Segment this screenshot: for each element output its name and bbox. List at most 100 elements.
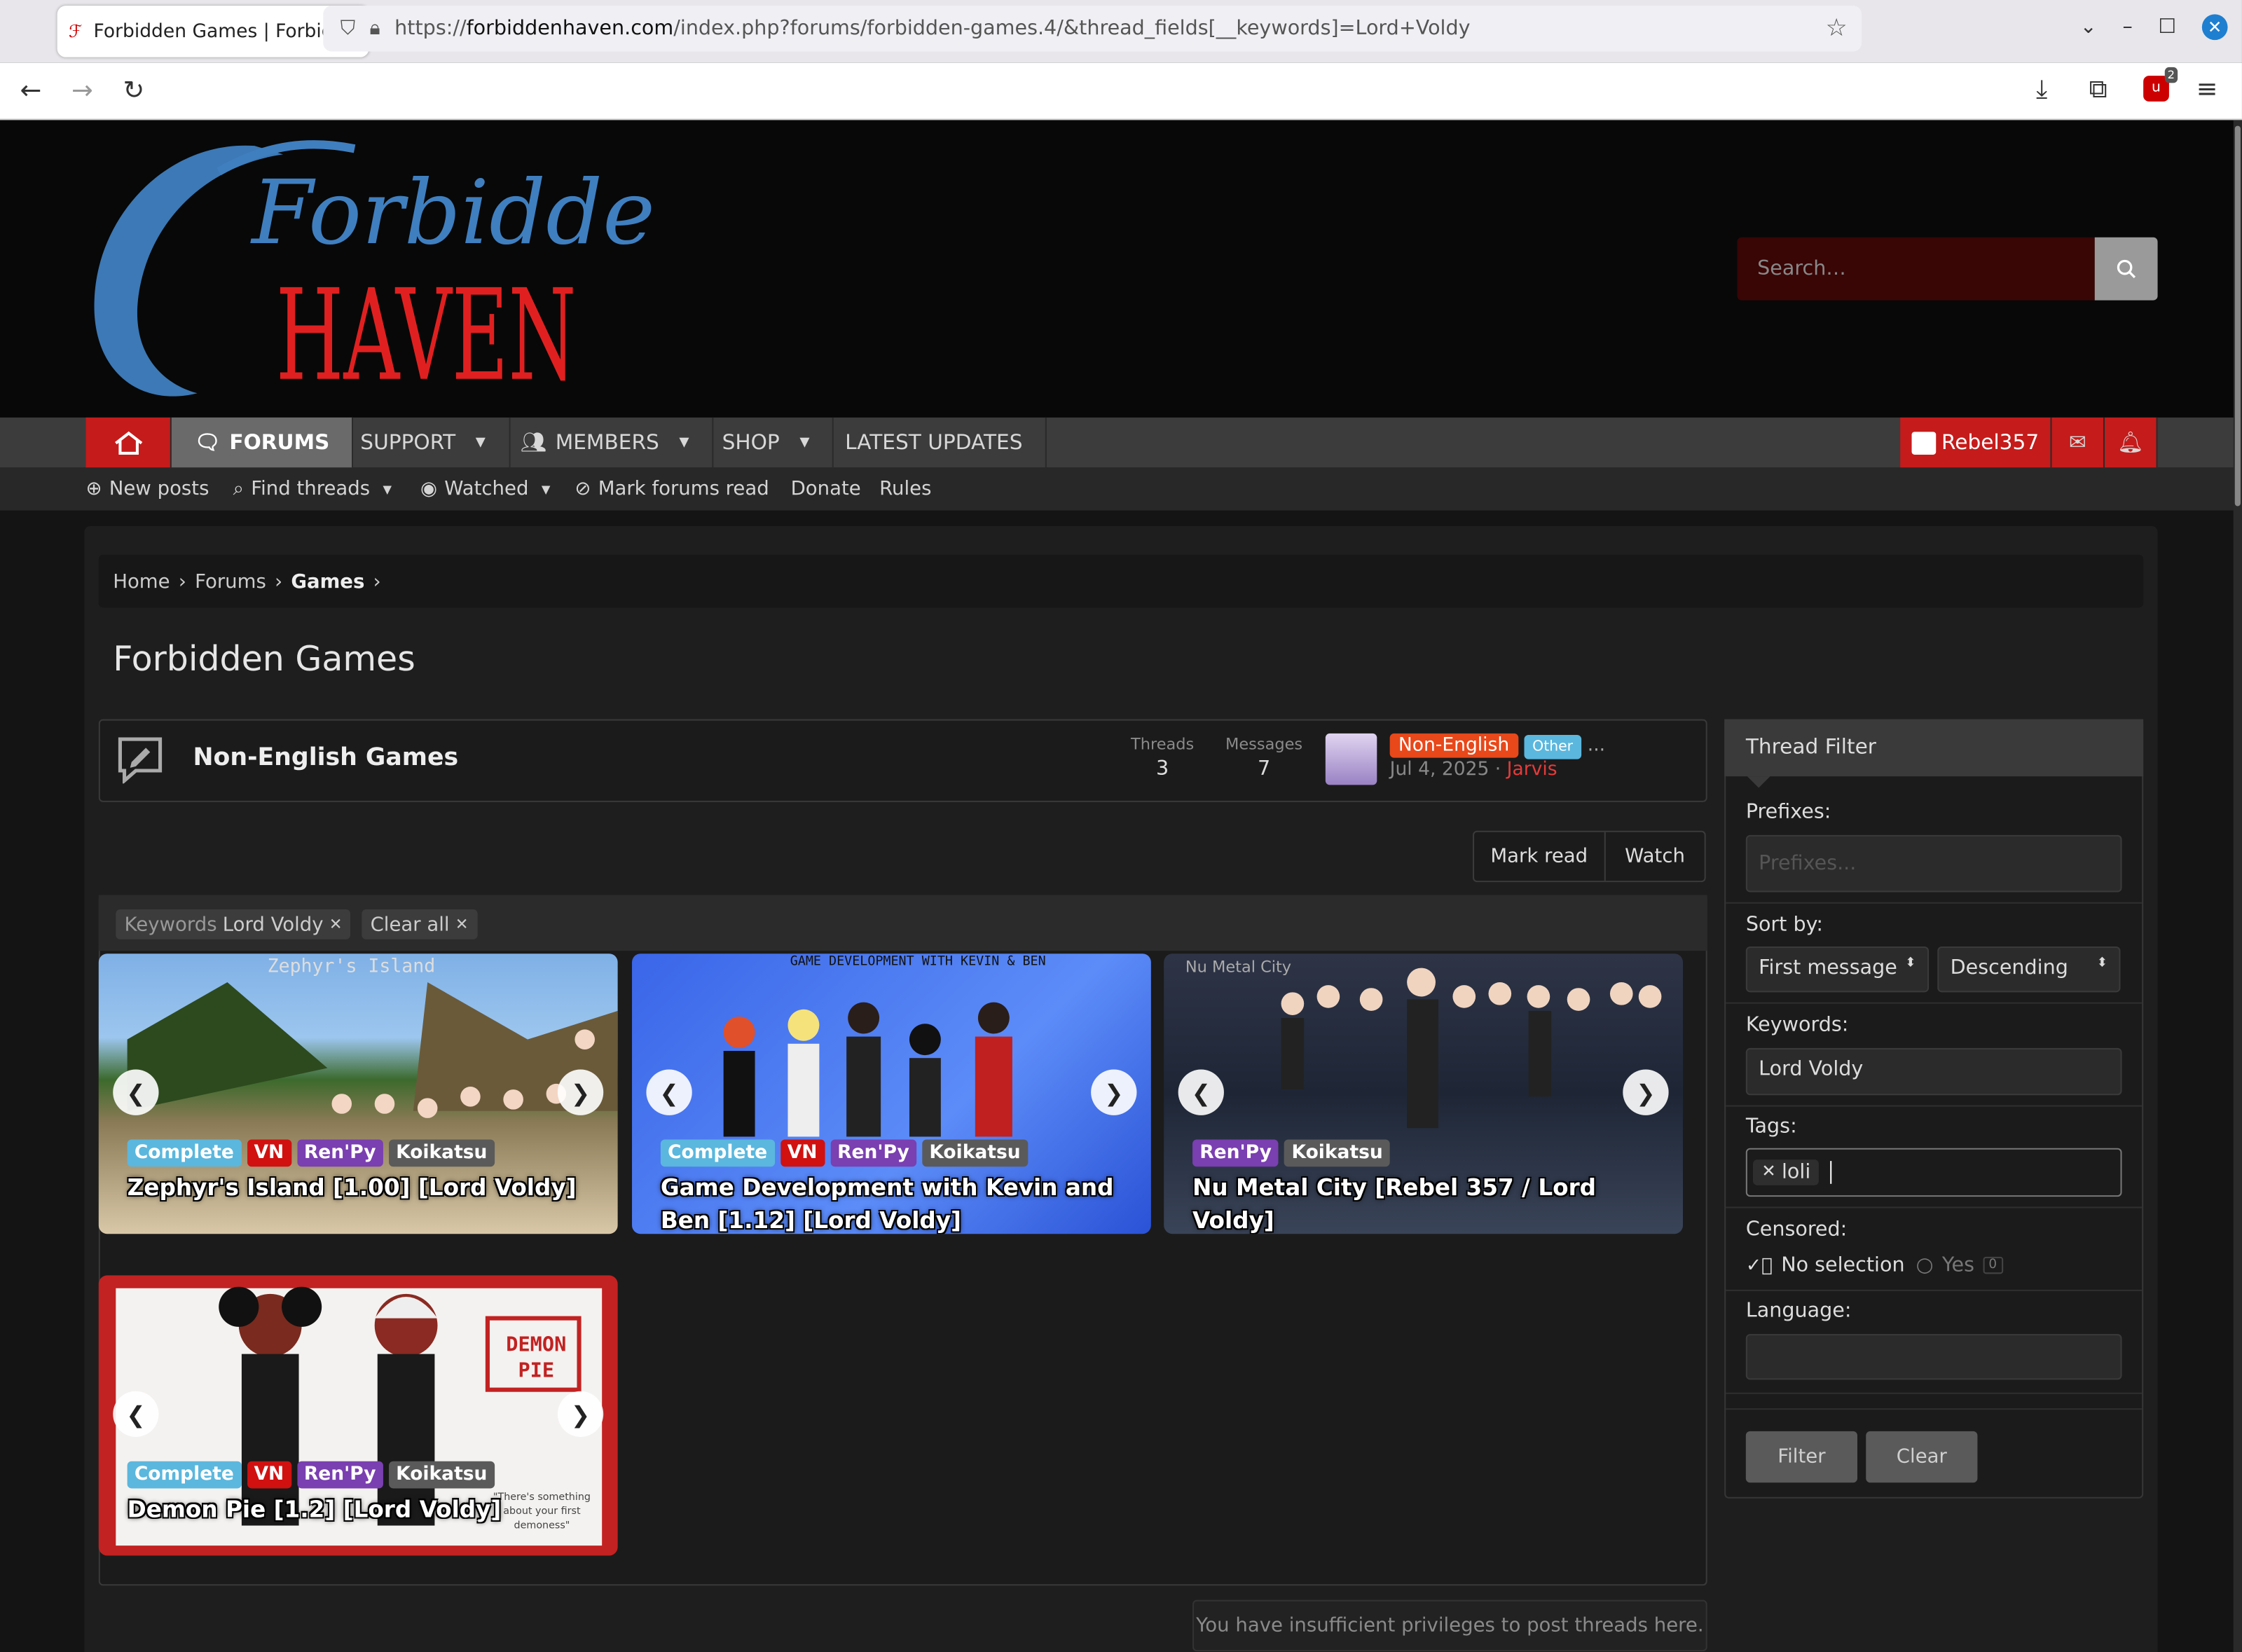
scrollbar-thumb[interactable]	[2234, 125, 2241, 507]
window-controls: ⌄ – ☐ ✕	[2080, 14, 2228, 41]
tags-label: Tags:	[1745, 1115, 1797, 1138]
chevron-down-icon[interactable]: ▼	[542, 483, 551, 495]
ublock-icon[interactable]: u2	[2143, 67, 2178, 102]
search-button[interactable]	[2094, 237, 2158, 301]
new-posts-link[interactable]: ⊕ New posts	[85, 467, 209, 510]
sidebar-title: Thread Filter	[1724, 719, 2144, 777]
last-post-title: ...	[1587, 734, 1606, 757]
subforum-title[interactable]: Non-English Games	[193, 743, 459, 772]
sort-direction-select[interactable]: Descending ⬍	[1937, 947, 2121, 993]
clear-button[interactable]: Clear	[1866, 1431, 1978, 1483]
logo-text-forbidden: Forbidden	[250, 161, 655, 264]
chevron-down-icon[interactable]: ▼	[383, 483, 392, 495]
bookmark-star-icon[interactable]: ☆	[1826, 14, 1848, 43]
watched-link[interactable]: ◉ Watched ▼	[420, 467, 550, 510]
rules-link[interactable]: Rules	[879, 467, 931, 510]
last-post[interactable]: Non-English Other ...	[1389, 733, 1606, 759]
address-bar[interactable]: ⛉ 🔒︎ https://forbiddenhaven.com/index.ph…	[323, 6, 1862, 52]
remove-icon[interactable]: ✕	[329, 915, 343, 934]
close-window-icon[interactable]: ✕	[2201, 14, 2228, 41]
reload-icon[interactable]: ↻	[123, 76, 145, 106]
alerts-button[interactable]: 🔔︎	[2105, 417, 2158, 468]
breadcrumb-games[interactable]: Games	[291, 570, 364, 593]
carousel-next-icon[interactable]: ❯	[1623, 1069, 1669, 1115]
lock-icon[interactable]: 🔒︎	[370, 17, 380, 40]
prefixes-select[interactable]: Prefixes...	[1745, 834, 2122, 893]
nav-latest-updates[interactable]: LATEST UPDATES	[822, 417, 1047, 468]
radio-icon: ○	[1916, 1253, 1934, 1277]
carousel-prev-icon[interactable]: ❮	[113, 1069, 159, 1115]
keywords-filter-chip[interactable]: Keywords Lord Voldy ✕	[116, 909, 351, 939]
donate-link[interactable]: Donate	[791, 467, 861, 510]
carousel-next-icon[interactable]: ❯	[557, 1391, 604, 1438]
nav-forums[interactable]: 🗨︎ FORUMS	[171, 417, 355, 468]
censored-option-yes[interactable]: ○ Yes 0	[1916, 1253, 2003, 1277]
downloads-icon[interactable]: ⤓	[2036, 74, 2047, 104]
last-post-date[interactable]: Jul 4, 2025	[1390, 759, 1490, 781]
thread-card[interactable]: Zephyr's Island ❮ ❯ Complete VN Ren'Py K…	[98, 954, 618, 1234]
remove-icon[interactable]: ✕	[1761, 1161, 1776, 1184]
thread-title[interactable]: Nu Metal City [Rebel 357 / Lord Voldy]	[1192, 1171, 1664, 1234]
chevron-down-icon[interactable]: ▼	[799, 435, 809, 449]
tags-input[interactable]: ✕ loli	[1745, 1148, 2122, 1197]
extensions-icon[interactable]: ⧉	[2089, 74, 2107, 104]
nav-support-label: SUPPORT	[360, 431, 456, 454]
thread-title[interactable]: Zephyr's Island [1.00] [Lord Voldy]	[128, 1171, 599, 1204]
carousel-prev-icon[interactable]: ❮	[1178, 1069, 1224, 1115]
prefix-vn: VN	[247, 1139, 291, 1167]
language-select[interactable]	[1745, 1334, 2122, 1380]
carousel-next-icon[interactable]: ❯	[1091, 1069, 1137, 1115]
carousel-prev-icon[interactable]: ❮	[113, 1391, 159, 1438]
messages-stat: Messages 7	[1223, 735, 1305, 780]
browser-tab[interactable]: ℱ Forbidden Games | Forbidde ✕	[57, 6, 369, 57]
watch-button[interactable]: Watch	[1606, 832, 1705, 881]
thread-card[interactable]: DEMON PIE "There's something about your …	[98, 1275, 618, 1556]
back-icon[interactable]: ←	[20, 76, 42, 106]
sidebar-title-pointer	[1747, 776, 1770, 788]
thread-card[interactable]: Nu Metal City ❮ ❯ Ren'Py Koikatsu Nu Met…	[1164, 954, 1684, 1234]
thread-card[interactable]: GAME DEVELOPMENT WITH KEVIN & BEN ❮ ❯ Co…	[632, 954, 1151, 1234]
menu-icon[interactable]: ≡	[2196, 74, 2218, 104]
site-search-input[interactable]: Search…	[1737, 237, 2095, 301]
nav-shop[interactable]: SHOP ▼	[699, 417, 834, 468]
last-post-author[interactable]: Jarvis	[1507, 759, 1557, 781]
thread-title[interactable]: Demon Pie [1.2] [Lord Voldy]	[128, 1493, 599, 1526]
maximize-icon[interactable]: ☐	[2158, 15, 2176, 39]
shield-icon[interactable]: ⛉	[341, 17, 355, 40]
thread-title[interactable]: Game Development with Kevin and Ben [1.1…	[661, 1171, 1132, 1234]
site-logo[interactable]: Forbidden HAVEN	[83, 129, 712, 415]
mark-read-button[interactable]: Mark read	[1474, 832, 1606, 881]
insufficient-privileges-notice: You have insufficient privileges to post…	[1192, 1599, 1707, 1652]
breadcrumb-home[interactable]: Home	[113, 570, 170, 593]
nav-support[interactable]: SUPPORT ▼	[338, 417, 510, 468]
carousel-prev-icon[interactable]: ❮	[646, 1069, 692, 1115]
breadcrumb-forums[interactable]: Forums	[195, 570, 266, 593]
carousel-next-icon[interactable]: ❯	[557, 1069, 604, 1115]
text-cursor	[1830, 1161, 1832, 1184]
home-nav-button[interactable]	[85, 417, 172, 468]
find-threads-link[interactable]: ⌕ Find threads ▼	[233, 467, 392, 510]
forward-icon[interactable]: →	[71, 76, 93, 106]
chevron-down-icon[interactable]: ▼	[679, 435, 689, 449]
sort-by-label: Sort by:	[1745, 914, 1824, 937]
eye-icon: ◉	[420, 477, 438, 501]
clear-all-filters-chip[interactable]: Clear all ✕	[362, 909, 477, 939]
tag-token[interactable]: ✕ loli	[1753, 1159, 1820, 1185]
avatar[interactable]	[1325, 733, 1377, 785]
mark-forums-read-link[interactable]: ⊘ Mark forums read	[575, 467, 769, 510]
chevron-right-icon: ›	[178, 570, 186, 593]
minimize-icon[interactable]: –	[2122, 15, 2132, 39]
sort-field-select[interactable]: First message ⬍	[1745, 947, 1930, 993]
username: Rebel357	[1941, 431, 2040, 454]
censored-option-none[interactable]: ✓⃝ No selection	[1746, 1254, 1905, 1277]
user-account-button[interactable]: Rebel357	[1900, 417, 2052, 468]
filter-button[interactable]: Filter	[1745, 1431, 1857, 1483]
messages-count: 7	[1257, 757, 1271, 781]
chevron-down-icon[interactable]: ▼	[476, 435, 486, 449]
remove-icon[interactable]: ✕	[455, 915, 469, 934]
inbox-button[interactable]: ✉	[2051, 417, 2105, 468]
prefix-label: Non-English	[1389, 733, 1518, 758]
nav-members[interactable]: 👥︎ MEMBERS ▼	[497, 417, 714, 468]
keywords-input[interactable]: Lord Voldy	[1745, 1047, 2122, 1096]
tab-list-icon[interactable]: ⌄	[2080, 15, 2097, 39]
